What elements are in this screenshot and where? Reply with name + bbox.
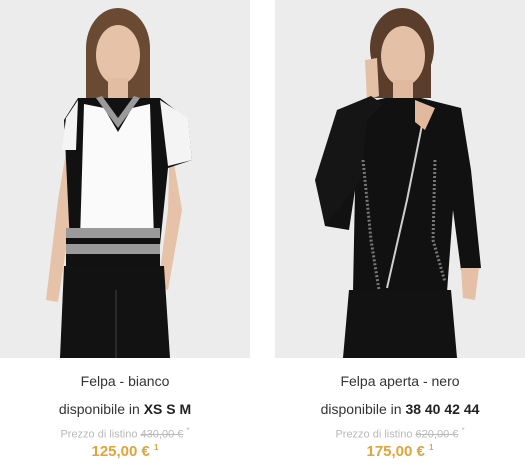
product-image-black-jacket[interactable] <box>275 0 525 358</box>
product-grid: Felpa - bianco disponibile in XS S M Pre… <box>0 0 525 475</box>
sale-price-value: 175,00 € <box>366 443 425 460</box>
product-availability: disponibile in 38 40 42 44 <box>275 401 525 417</box>
list-price-value: 620,00 € <box>415 428 459 441</box>
sale-price-marker: 1 <box>429 443 434 452</box>
available-sizes: XS S M <box>143 401 192 417</box>
availability-label: disponibile in <box>320 401 402 417</box>
available-sizes: 38 40 42 44 <box>405 401 480 417</box>
product-photo-illustration <box>0 0 250 358</box>
list-price-value: 430,00 € <box>140 428 184 441</box>
sale-price: 175,00 € 1 <box>275 443 525 460</box>
product-name[interactable]: Felpa aperta - nero <box>275 373 525 389</box>
list-price-marker: * <box>461 426 465 435</box>
availability-label: disponibile in <box>58 401 140 417</box>
sale-price-marker: 1 <box>154 443 159 452</box>
list-price-line: Prezzo di listino 620,00 € * <box>275 426 525 441</box>
list-price-label: Prezzo di listino <box>60 428 138 441</box>
list-price-label: Prezzo di listino <box>335 428 413 441</box>
product-image-white-top[interactable] <box>0 0 250 358</box>
product-name[interactable]: Felpa - bianco <box>0 373 250 389</box>
list-price-marker: * <box>186 426 190 435</box>
product-availability: disponibile in XS S M <box>0 401 250 417</box>
sale-price: 125,00 € 1 <box>0 443 250 460</box>
product-photo-illustration <box>275 0 525 358</box>
product-card: Felpa aperta - nero disponibile in 38 40… <box>275 0 525 475</box>
product-card: Felpa - bianco disponibile in XS S M Pre… <box>0 0 250 475</box>
sale-price-value: 125,00 € <box>91 443 150 460</box>
list-price-line: Prezzo di listino 430,00 € * <box>0 426 250 441</box>
